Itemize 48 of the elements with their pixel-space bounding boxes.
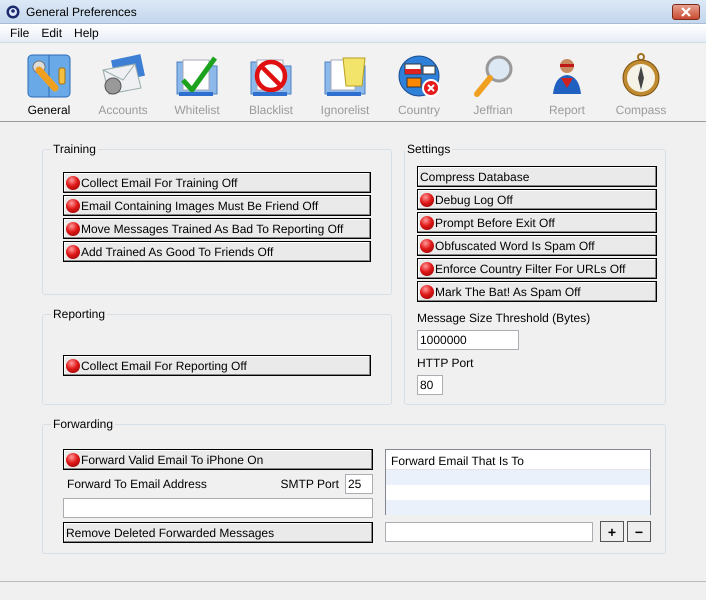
toggle-button[interactable]: Debug Log Off bbox=[417, 189, 657, 210]
input-field[interactable]: 25 bbox=[345, 474, 373, 494]
toolbar-tab[interactable]: General bbox=[12, 52, 86, 117]
group-title: Settings bbox=[406, 142, 452, 156]
status-dot-icon bbox=[66, 358, 80, 372]
app-icon bbox=[6, 4, 20, 18]
field-label: Message Size Threshold (Bytes) bbox=[417, 311, 592, 325]
status-dot-icon bbox=[66, 452, 80, 466]
toggle-button[interactable]: Forward Valid Email To iPhone On bbox=[63, 449, 373, 470]
status-dot-icon bbox=[66, 244, 80, 258]
menu-item[interactable]: Help bbox=[68, 26, 105, 40]
input-field[interactable]: 1000000 bbox=[417, 330, 519, 350]
action-button[interactable]: Compress Database bbox=[417, 166, 657, 187]
input-field[interactable] bbox=[385, 522, 593, 542]
status-dot-icon bbox=[420, 262, 434, 276]
status-dot-icon bbox=[420, 216, 434, 230]
status-dot-icon bbox=[66, 222, 80, 236]
close-icon bbox=[680, 6, 692, 16]
status-dot-icon bbox=[420, 192, 434, 206]
toggle-button[interactable]: Mark The Bat! As Spam Off bbox=[417, 281, 657, 302]
toggle-button[interactable]: Move Messages Trained As Bad To Reporting Off bbox=[63, 218, 371, 239]
toggle-button[interactable]: Add Trained As Good To Friends Off bbox=[63, 241, 371, 262]
action-button[interactable]: Remove Deleted Forwarded Messages bbox=[63, 522, 373, 543]
toggle-button[interactable]: Enforce Country Filter For URLs Off bbox=[417, 258, 657, 279]
toggle-button[interactable]: Prompt Before Exit Off bbox=[417, 212, 657, 233]
settings-icon bbox=[25, 52, 73, 100]
toggle-button[interactable]: Email Containing Images Must Be Friend Off bbox=[63, 195, 371, 216]
close-button[interactable] bbox=[672, 4, 700, 20]
field-label: Forward To Email Address bbox=[67, 477, 207, 491]
status-dot-icon bbox=[420, 284, 434, 298]
toggle-button[interactable]: Obfuscated Word Is Spam Off bbox=[417, 235, 657, 256]
group-title: Forwarding bbox=[52, 417, 114, 431]
group-title: Reporting bbox=[52, 307, 106, 321]
field-label: SMTP Port bbox=[280, 477, 339, 491]
menu-item[interactable]: Edit bbox=[35, 26, 68, 40]
status-dot-icon bbox=[66, 176, 80, 190]
remove-button[interactable]: − bbox=[627, 521, 651, 542]
toggle-button[interactable]: Collect Email For Reporting Off bbox=[63, 355, 371, 376]
menu-item[interactable]: File bbox=[4, 26, 36, 40]
add-button[interactable]: + bbox=[600, 521, 624, 542]
field-label: HTTP Port bbox=[417, 356, 474, 370]
status-dot-icon bbox=[66, 198, 80, 212]
group-title: Training bbox=[52, 142, 97, 156]
input-field[interactable]: 80 bbox=[417, 375, 443, 395]
toggle-button[interactable]: Collect Email For Training Off bbox=[63, 172, 371, 193]
input-field[interactable] bbox=[63, 498, 373, 518]
window-title: General Preferences bbox=[26, 4, 138, 18]
status-dot-icon bbox=[420, 238, 434, 252]
